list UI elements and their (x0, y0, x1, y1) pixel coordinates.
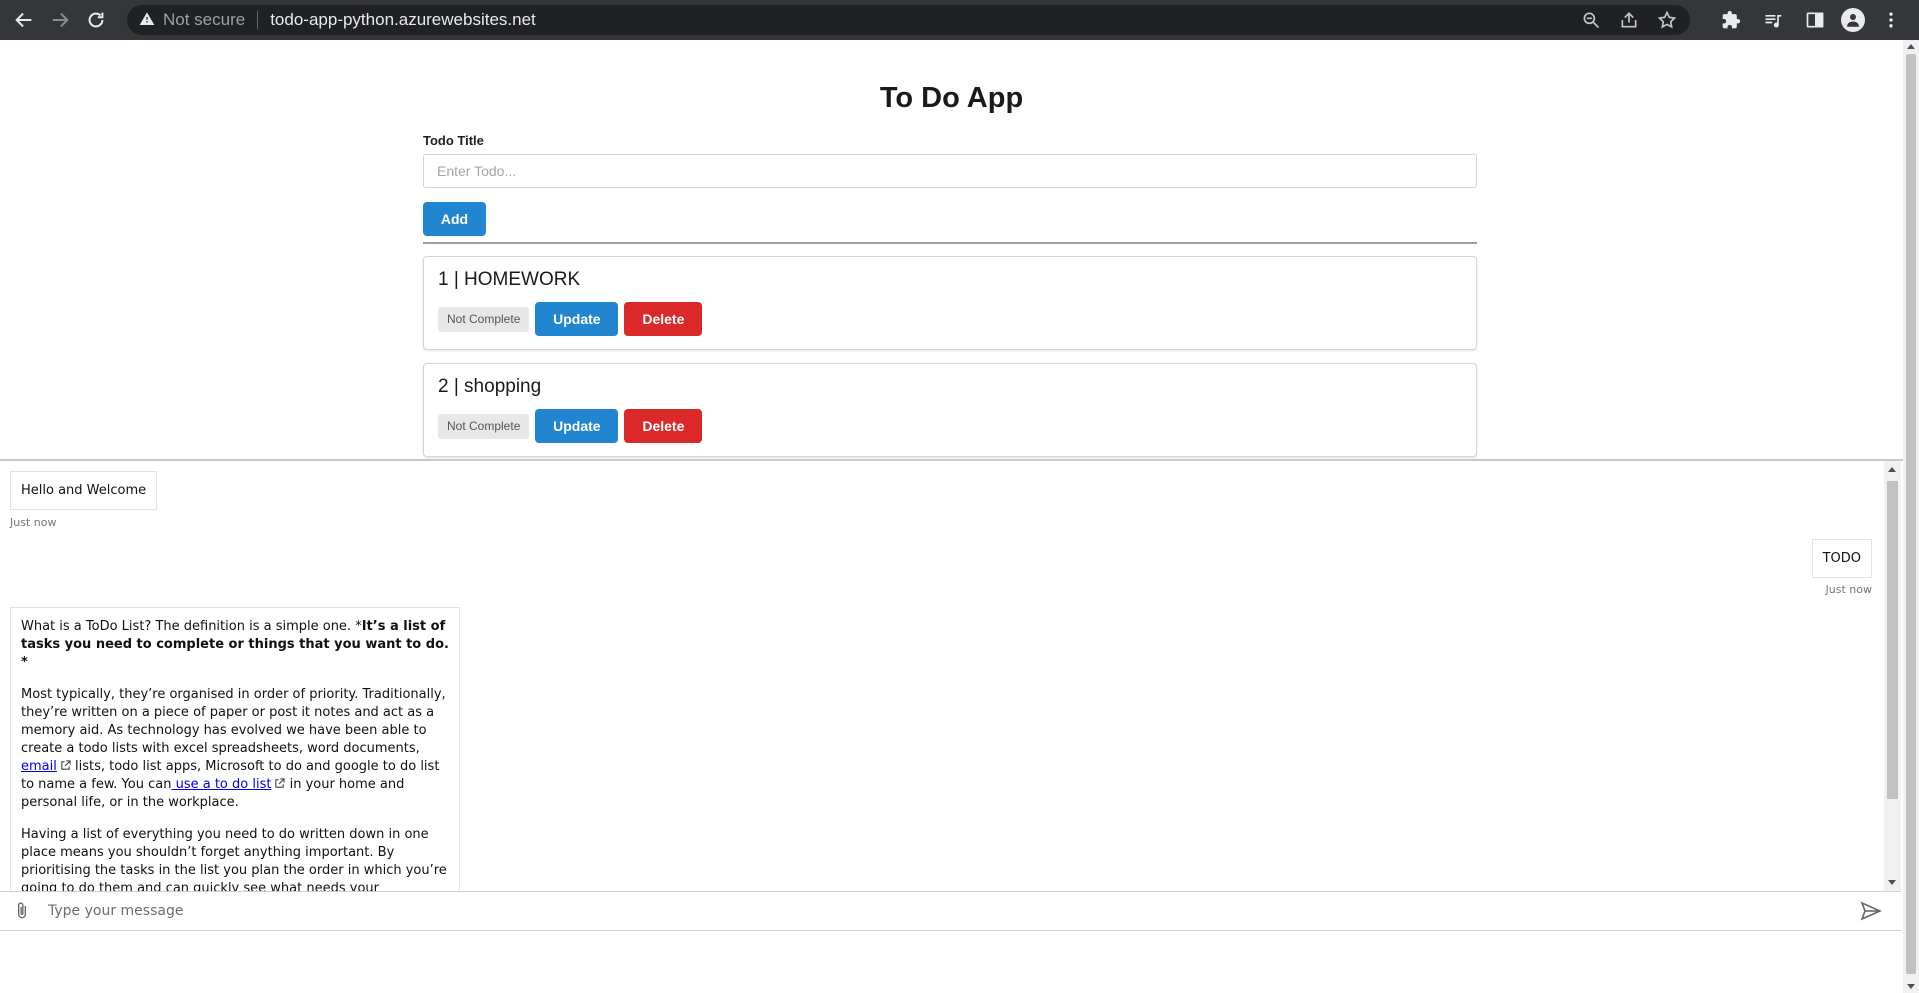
todo-card: 2 | shopping Not Complete Update Delete (423, 363, 1477, 457)
chat-input-bar (0, 891, 1901, 931)
message-paragraph: What is a ToDo List? The definition is a… (21, 618, 449, 672)
warning-icon[interactable] (139, 11, 155, 30)
delete-button[interactable]: Delete (624, 409, 703, 443)
scroll-down-arrow[interactable] (1907, 984, 1915, 989)
bookmark-star-icon[interactable] (1652, 5, 1682, 35)
todo-title: 2 | shopping (438, 376, 542, 397)
side-panel-icon[interactable] (1799, 4, 1831, 36)
message-text: What is a ToDo List? The definition is a… (21, 619, 362, 634)
chat-history[interactable]: Hello and Welcome Just now TODO Just now… (0, 461, 1884, 891)
scrollbar-thumb[interactable] (1887, 481, 1898, 799)
todo-card: 1 | HOMEWORK Not Complete Update Delete (423, 256, 1477, 350)
todo-app: To Do App Todo Title Add 1 | HOMEWORK No… (0, 40, 1903, 460)
extensions-icon[interactable] (1715, 4, 1747, 36)
external-link-icon (275, 778, 286, 788)
page-scrollbar[interactable] (1903, 40, 1919, 993)
bot-message: What is a ToDo List? The definition is a… (10, 607, 460, 891)
chat-scrollbar[interactable] (1884, 461, 1901, 891)
update-button[interactable]: Update (535, 302, 619, 336)
message-text: Most typically, they’re organised in ord… (21, 687, 446, 756)
address-separator (257, 11, 259, 29)
media-playlist-icon[interactable] (1757, 4, 1789, 36)
message-paragraph: Having a list of everything you need to … (21, 827, 447, 891)
status-badge: Not Complete (438, 413, 530, 439)
todo-title: 1 | HOMEWORK (438, 269, 581, 290)
email-link[interactable]: email (21, 759, 57, 774)
todo-title-input[interactable] (423, 154, 1477, 188)
zoom-icon[interactable] (1576, 5, 1606, 35)
use-todo-list-link[interactable]: use a to do list (171, 777, 272, 792)
address-bar[interactable]: Not secure todo-app-python.azurewebsites… (127, 5, 1690, 35)
scroll-up-arrow[interactable] (1888, 467, 1896, 472)
attach-icon[interactable] (12, 899, 32, 923)
chat-message-input[interactable] (46, 902, 1859, 920)
profile-avatar[interactable] (1841, 8, 1865, 32)
url-text[interactable]: todo-app-python.azurewebsites.net (270, 10, 536, 30)
user-message: TODO (1811, 539, 1872, 578)
scrollbar-thumb[interactable] (1906, 54, 1916, 974)
more-menu-icon[interactable] (1875, 4, 1907, 36)
external-link-icon (61, 760, 71, 770)
divider (423, 242, 1477, 244)
message-timestamp: Just now (1825, 583, 1872, 596)
todo-title-label: Todo Title (423, 133, 484, 148)
scroll-up-arrow[interactable] (1907, 44, 1915, 49)
status-badge: Not Complete (438, 306, 530, 332)
message-timestamp: Just now (10, 516, 57, 529)
update-button[interactable]: Update (535, 409, 619, 443)
back-icon[interactable] (6, 2, 42, 38)
bot-message: Hello and Welcome (10, 471, 158, 510)
message-paragraph: Most typically, they’re organised in ord… (21, 686, 449, 812)
security-status[interactable]: Not secure (163, 10, 245, 30)
send-icon[interactable] (1859, 899, 1883, 923)
chat-panel: Hello and Welcome Just now TODO Just now… (0, 459, 1903, 993)
forward-icon[interactable] (42, 2, 78, 38)
reload-icon[interactable] (78, 2, 114, 38)
add-button[interactable]: Add (423, 202, 486, 236)
page-title: To Do App (879, 82, 1024, 114)
share-icon[interactable] (1614, 5, 1644, 35)
delete-button[interactable]: Delete (624, 302, 703, 336)
scroll-down-arrow[interactable] (1888, 880, 1896, 885)
browser-toolbar: Not secure todo-app-python.azurewebsites… (0, 0, 1919, 40)
